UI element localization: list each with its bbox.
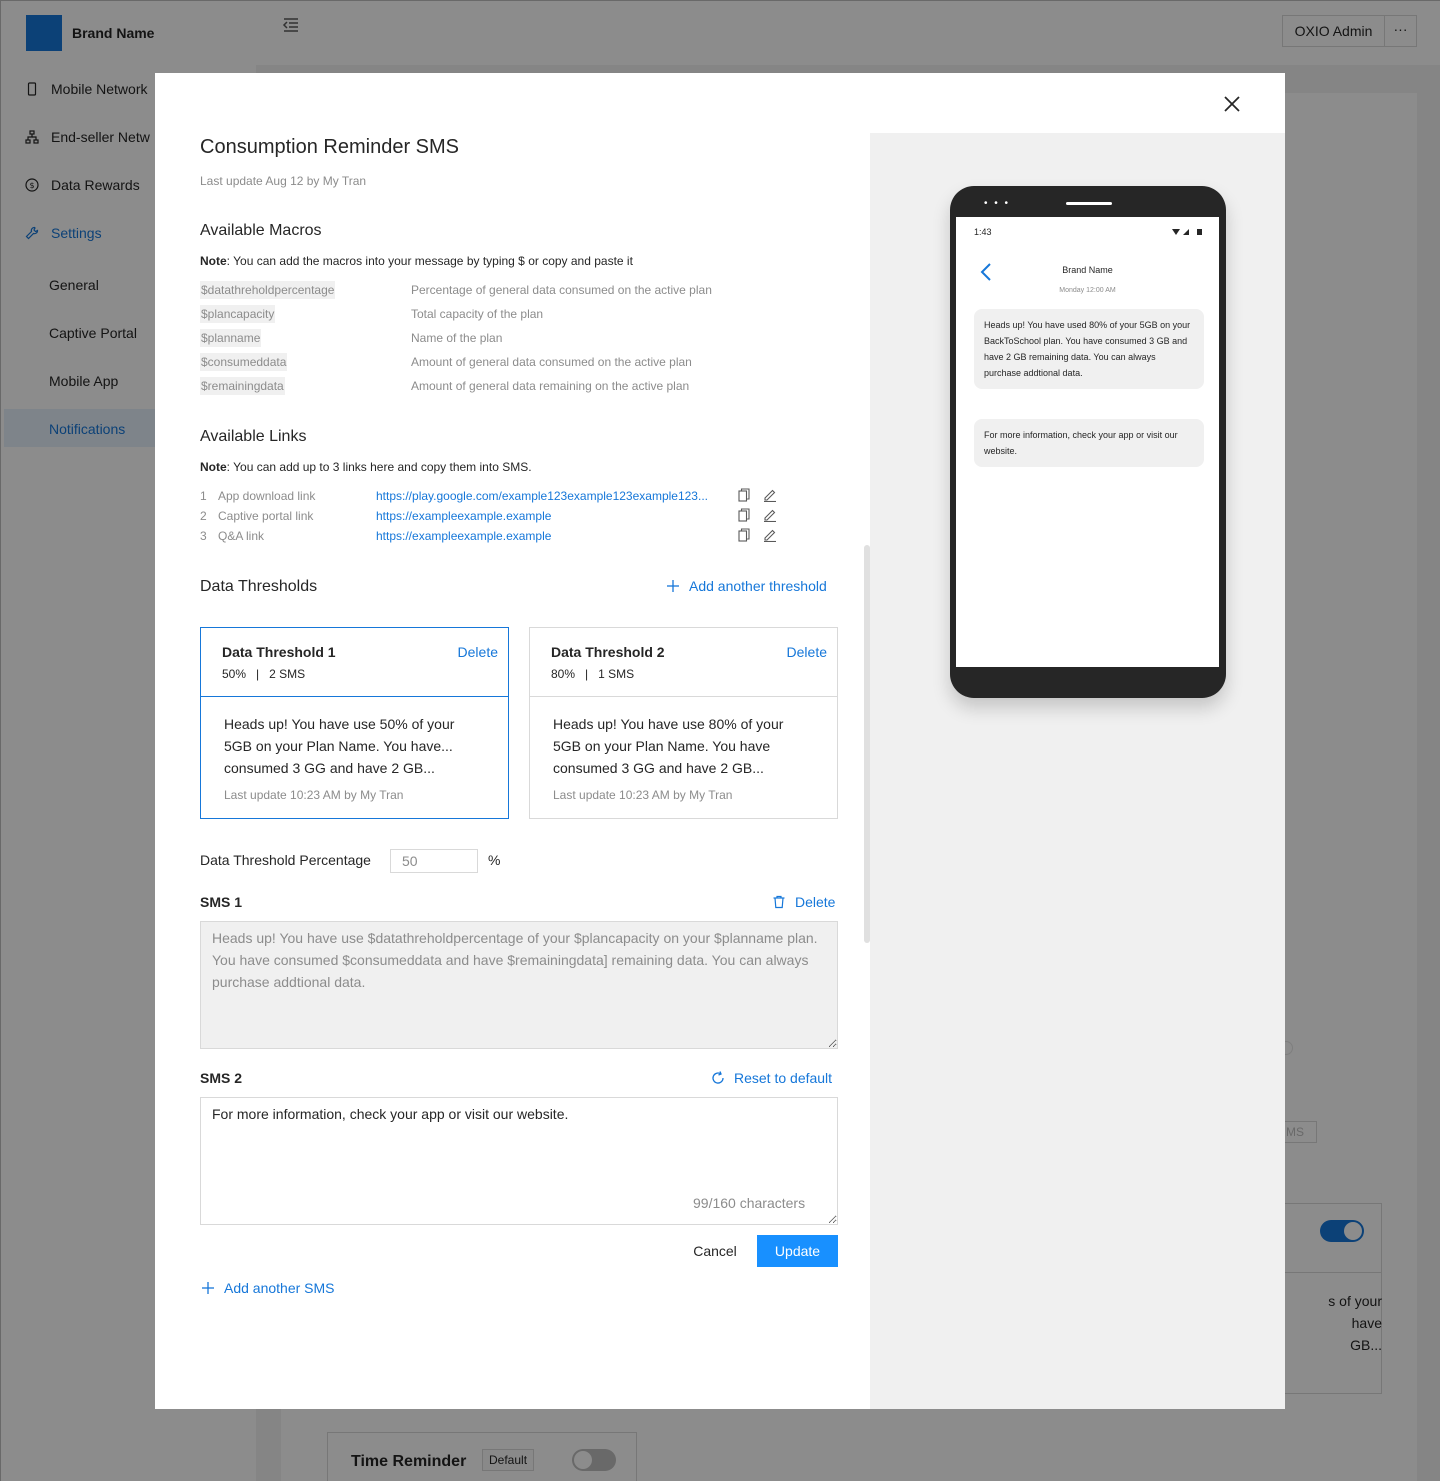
- macro-row: $planname Name of the plan: [200, 329, 760, 347]
- link-name: App download link: [218, 489, 316, 503]
- link-number: 3: [200, 529, 207, 543]
- modal-last-update: Last update Aug 12 by My Tran: [200, 174, 367, 188]
- link-row: 2 Captive portal link https://exampleexa…: [200, 507, 790, 525]
- link-row: 3 Q&A link https://exampleexample.exampl…: [200, 527, 790, 545]
- add-sms-label: Add another SMS: [224, 1280, 335, 1296]
- phone-message-date: Monday 12:00 AM: [1059, 287, 1116, 294]
- phone-screen: 1:43 Brand Name Monday 12:00 AM Heads up…: [956, 217, 1219, 667]
- sms1-delete-label: Delete: [795, 894, 836, 910]
- threshold-meta: 80% | 1 SMS: [551, 667, 635, 681]
- link-name: Captive portal link: [218, 509, 314, 523]
- edit-icon[interactable]: [763, 508, 777, 522]
- links-title: Available Links: [200, 428, 307, 445]
- link-number: 1: [200, 489, 207, 503]
- link-number: 2: [200, 509, 207, 523]
- sms2-reset-button[interactable]: Reset to default: [711, 1070, 832, 1086]
- thresholds-title: Data Thresholds: [200, 578, 318, 595]
- note-text: : You can add the macros into your messa…: [226, 254, 633, 268]
- note-label: Note: [200, 254, 227, 268]
- macro-row: $plancapacity Total capacity of the plan: [200, 305, 760, 323]
- percentage-unit: %: [488, 852, 501, 868]
- macro-description: Total capacity of the plan: [411, 307, 544, 321]
- macro-chip[interactable]: $consumeddata: [200, 353, 288, 371]
- reset-icon: [712, 1071, 724, 1084]
- phone-speaker: [1066, 202, 1112, 205]
- links-note: Note: You can add up to 3 links here and…: [200, 460, 532, 474]
- sms1-textarea[interactable]: Heads up! You have use $datathreholdperc…: [200, 921, 838, 1049]
- threshold-card-header: Data Threshold 1 Delete 50% | 2 SMS: [201, 628, 508, 697]
- phone-time: 1:43: [974, 227, 992, 237]
- macro-row: $datathreholdpercentage Percentage of ge…: [200, 281, 760, 299]
- signal-battery-icon: [1172, 229, 1202, 235]
- threshold-name: Data Threshold 2: [551, 644, 665, 660]
- cancel-button[interactable]: Cancel: [680, 1235, 750, 1267]
- add-sms-button[interactable]: Add another SMS: [202, 1280, 335, 1296]
- macros-note: Note: You can add the macros into your m…: [200, 254, 633, 268]
- plus-icon: [667, 580, 679, 592]
- modal-scrollbar[interactable]: [864, 545, 870, 943]
- threshold-card-header: Data Threshold 2 Delete 80% | 1 SMS: [530, 628, 837, 697]
- macros-title: Available Macros: [200, 222, 322, 239]
- add-threshold-button[interactable]: Add another threshold: [667, 578, 827, 594]
- modal-title: Consumption Reminder SMS: [200, 136, 459, 158]
- sms2-label: SMS 2: [200, 1070, 243, 1086]
- sms2-char-count: 99/160 characters: [693, 1195, 806, 1211]
- note-label: Note: [200, 460, 227, 474]
- preview-panel: • • • 1:43 Brand Name Monday 12:00 AM He…: [870, 133, 1285, 1409]
- threshold-delete-button[interactable]: Delete: [458, 644, 498, 660]
- threshold-card-2[interactable]: Data Threshold 2 Delete 80% | 1 SMS Head…: [529, 627, 838, 819]
- macro-row: $remainingdata Amount of general data re…: [200, 377, 760, 395]
- threshold-preview-text: Heads up! You have use 50% of your 5GB o…: [224, 716, 455, 776]
- copy-icon[interactable]: [738, 508, 750, 522]
- link-name: Q&A link: [218, 529, 265, 543]
- note-text: : You can add up to 3 links here and cop…: [226, 460, 532, 474]
- consumption-reminder-modal: • • • 1:43 Brand Name Monday 12:00 AM He…: [155, 73, 1285, 1409]
- threshold-meta: 50% | 2 SMS: [222, 667, 306, 681]
- sms-bubble-1: Heads up! You have used 80% of your 5GB …: [974, 309, 1204, 389]
- link-url[interactable]: https://exampleexample.example: [376, 507, 551, 525]
- add-threshold-label: Add another threshold: [689, 578, 827, 594]
- close-icon[interactable]: [1221, 93, 1243, 115]
- macro-chip[interactable]: $planname: [200, 329, 262, 347]
- copy-icon[interactable]: [738, 488, 750, 502]
- threshold-preview-text: Heads up! You have use 80% of your 5GB o…: [553, 716, 784, 776]
- threshold-last-update: Last update 10:23 AM by My Tran: [224, 788, 404, 802]
- sms1-delete-button[interactable]: Delete: [772, 894, 835, 910]
- trash-icon: [773, 895, 785, 909]
- threshold-card-1[interactable]: Data Threshold 1 Delete 50% | 2 SMS Head…: [200, 627, 509, 819]
- threshold-name: Data Threshold 1: [222, 644, 336, 660]
- threshold-delete-button[interactable]: Delete: [787, 644, 827, 660]
- macro-description: Amount of general data consumed on the a…: [411, 355, 692, 369]
- update-button[interactable]: Update: [757, 1235, 838, 1267]
- copy-icon[interactable]: [738, 528, 750, 542]
- edit-icon[interactable]: [763, 488, 777, 502]
- macro-chip[interactable]: $plancapacity: [200, 305, 276, 323]
- threshold-percentage-input[interactable]: [390, 849, 478, 873]
- macro-chip[interactable]: $datathreholdpercentage: [200, 281, 336, 299]
- camera-dots: • • •: [984, 198, 1011, 209]
- sms1-label: SMS 1: [200, 894, 243, 910]
- macro-description: Amount of general data remaining on the …: [411, 379, 690, 393]
- macro-description: Name of the plan: [411, 331, 503, 345]
- phone-sender-name: Brand Name: [1062, 265, 1113, 275]
- macro-description: Percentage of general data consumed on t…: [411, 283, 712, 297]
- plus-icon: [202, 1282, 214, 1294]
- edit-icon[interactable]: [763, 528, 777, 542]
- link-url[interactable]: https://exampleexample.example: [376, 527, 551, 545]
- sms-bubble-2: For more information, check your app or …: [974, 419, 1204, 467]
- macro-chip[interactable]: $remainingdata: [200, 377, 285, 395]
- threshold-percentage-label: Data Threshold Percentage: [200, 852, 371, 868]
- phone-preview: • • • 1:43 Brand Name Monday 12:00 AM He…: [950, 186, 1226, 698]
- link-row: 1 App download link https://play.google.…: [200, 487, 790, 505]
- macro-row: $consumeddata Amount of general data con…: [200, 353, 760, 371]
- threshold-last-update: Last update 10:23 AM by My Tran: [553, 788, 733, 802]
- sms2-reset-label: Reset to default: [734, 1070, 833, 1086]
- link-url[interactable]: https://play.google.com/example123exampl…: [376, 487, 708, 505]
